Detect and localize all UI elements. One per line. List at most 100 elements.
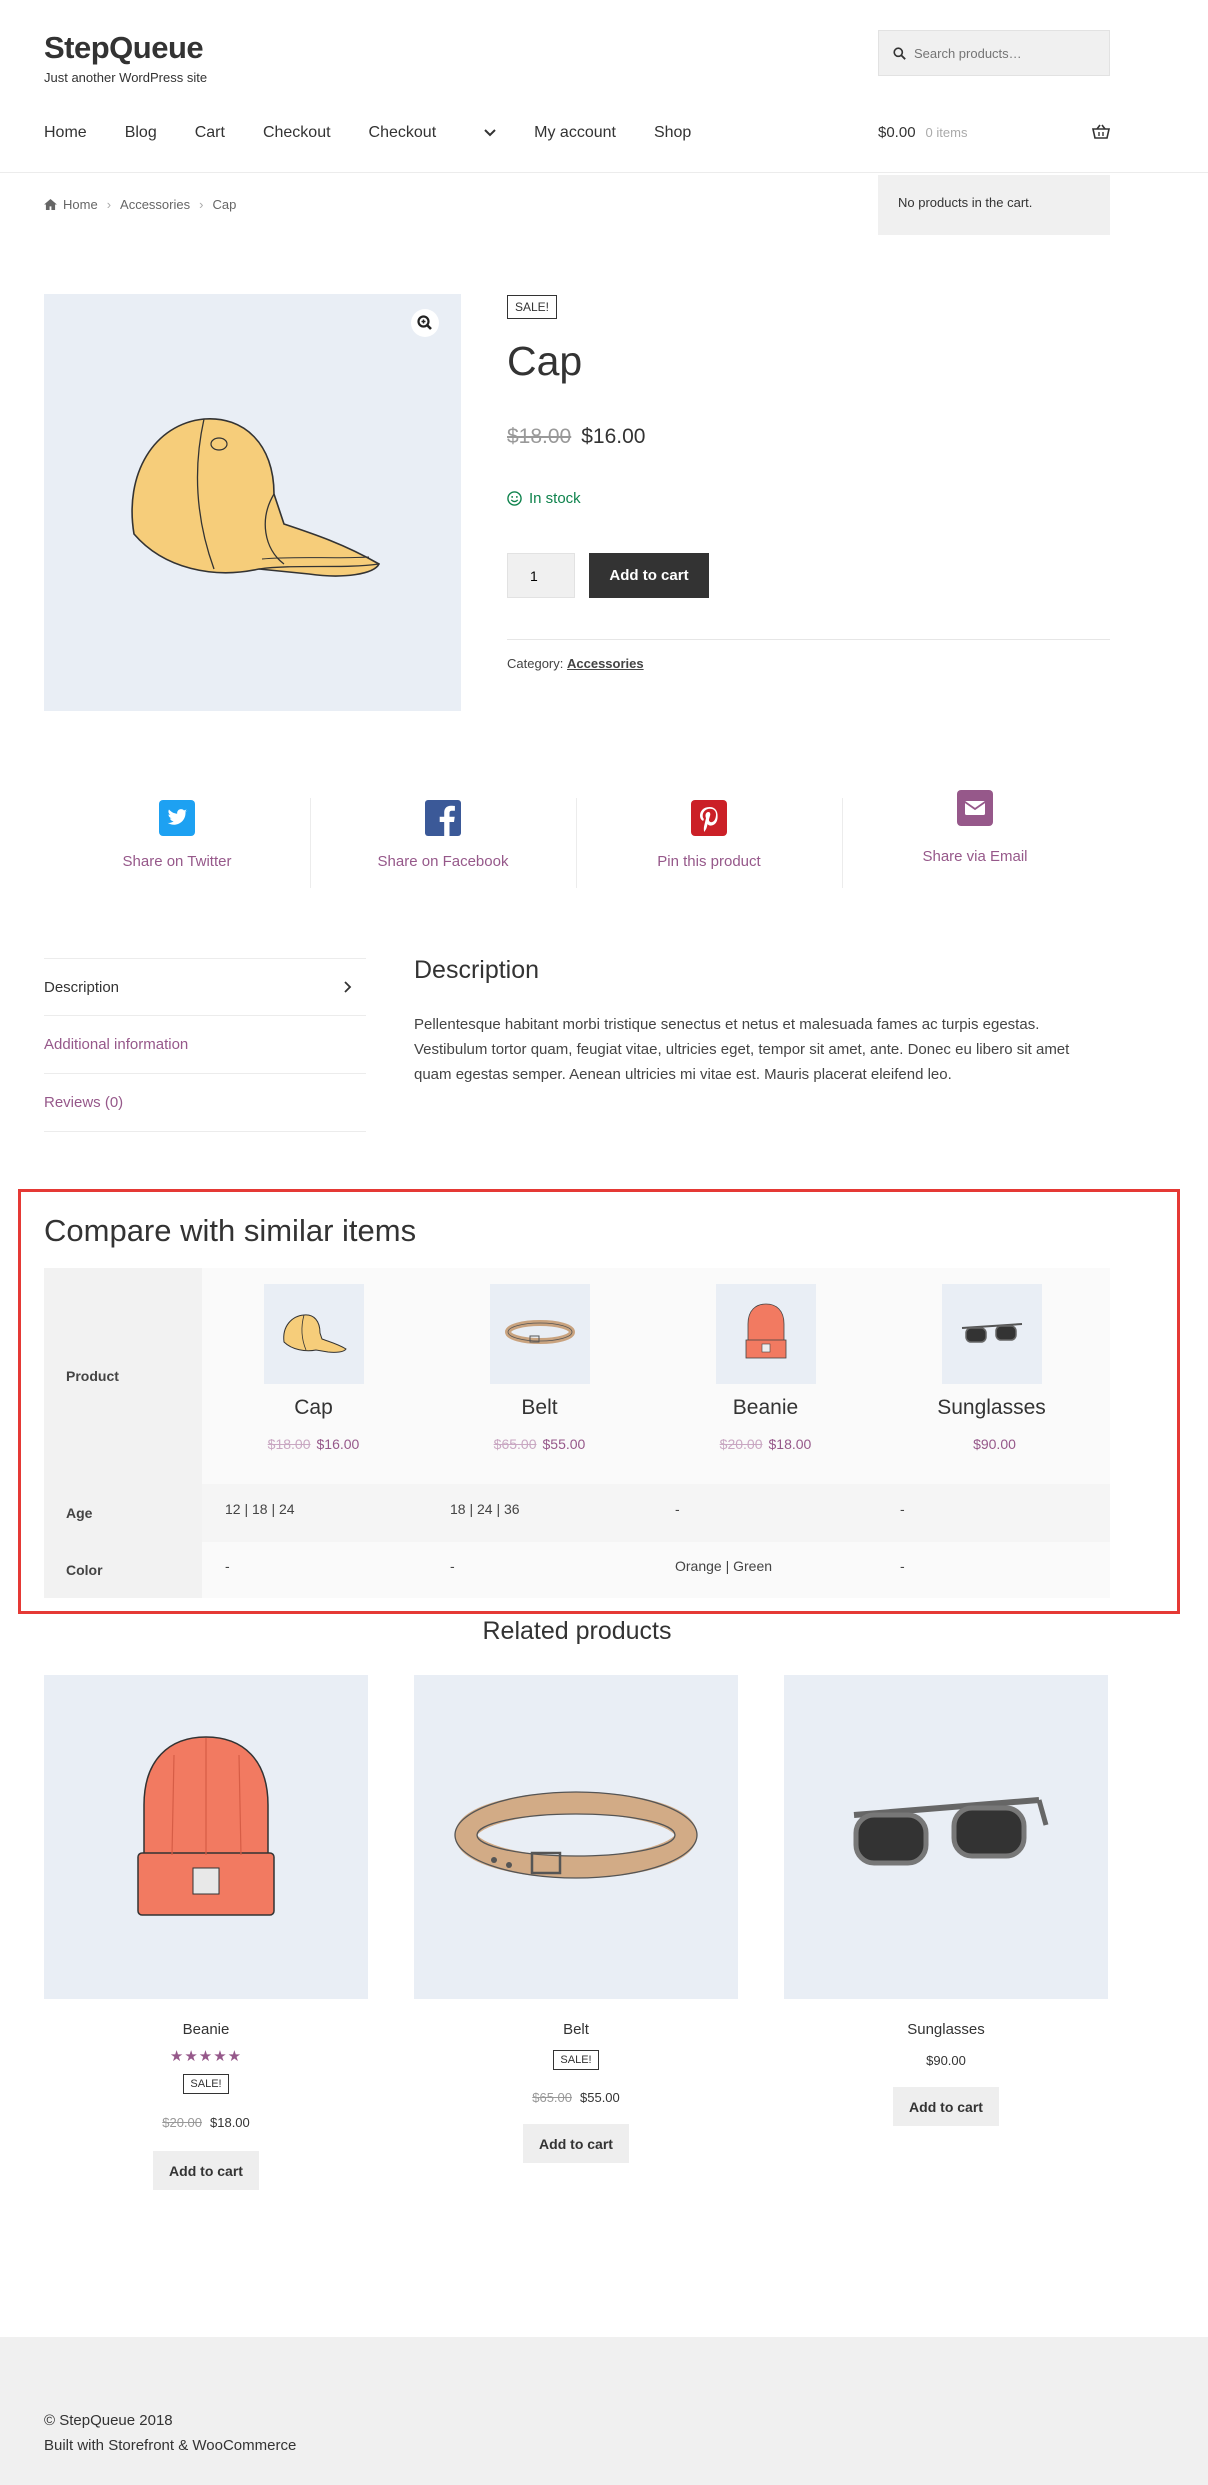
header-cart[interactable]: $0.00 0 items — [878, 124, 1110, 141]
nav-item-blog[interactable]: Blog — [125, 124, 157, 142]
compare-item-sunglasses[interactable]: Sunglasses $90.00 — [878, 1268, 1105, 1452]
breadcrumb-home[interactable]: Home — [63, 197, 98, 212]
site-tagline: Just another WordPress site — [44, 70, 208, 85]
rating-stars: ★★★★★ — [169, 2048, 243, 2065]
compare-row-label-color: Color — [44, 1542, 202, 1598]
cap-thumbnail — [282, 1314, 347, 1353]
compare-item-beanie[interactable]: Beanie $20.00 $18.00 — [652, 1268, 879, 1452]
compare-item-belt[interactable]: Belt $65.00 $55.00 — [426, 1268, 653, 1452]
compare-item-name: Sunglasses — [937, 1396, 1046, 1419]
related-add-to-cart-belt[interactable]: Add to cart — [523, 2124, 629, 2163]
home-icon — [44, 199, 57, 210]
product-image[interactable] — [44, 294, 461, 711]
share-twitter[interactable]: Share on Twitter — [44, 800, 310, 870]
compare-item-name: Beanie — [732, 1396, 799, 1419]
breadcrumb: Home › Accessories › Cap — [44, 197, 236, 212]
search-icon — [893, 46, 906, 60]
compare-item-image — [263, 1284, 364, 1384]
share-pinterest[interactable]: Pin this product — [576, 800, 842, 870]
related-name-beanie[interactable]: Beanie — [44, 2021, 368, 2038]
sunglasses-image — [853, 1797, 1049, 1866]
related-name-sunglasses[interactable]: Sunglasses — [784, 2021, 1108, 2038]
related-current-price: $90.00 — [926, 2053, 966, 2068]
related-image-beanie[interactable] — [44, 1675, 368, 1999]
nav-item-my-account[interactable]: My account — [534, 124, 616, 142]
stock-status: In stock — [507, 490, 581, 507]
divider — [507, 639, 1110, 640]
related-sale-badge: SALE! — [183, 2074, 229, 2094]
search-box[interactable] — [878, 30, 1110, 76]
nav-item-cart[interactable]: Cart — [195, 124, 225, 142]
cart-summary: $0.00 0 items — [878, 124, 967, 141]
compare-current-price: $16.00 — [316, 1436, 360, 1452]
basket-icon — [1092, 124, 1110, 139]
cap-image — [131, 418, 381, 577]
belt-image — [454, 1791, 698, 1879]
nav-item-checkout-label: Checkout — [368, 124, 437, 141]
quantity-input[interactable] — [507, 553, 575, 598]
compare-age-belt: 18 | 24 | 36 — [450, 1501, 520, 1517]
related-add-to-cart-sunglasses[interactable]: Add to cart — [893, 2087, 999, 2126]
breadcrumb-current: Cap — [212, 197, 237, 212]
nav-item-checkout-dropdown[interactable]: Checkout — [369, 124, 497, 142]
compare-heading: Compare with similar items — [44, 1213, 417, 1248]
compare-item-price: $65.00 $55.00 — [426, 1436, 653, 1452]
related-name-belt[interactable]: Belt — [414, 2021, 738, 2038]
main-nav: Home Blog Cart Checkout Checkout My acco… — [44, 124, 729, 142]
related-sale-wrap: SALE! — [44, 2074, 368, 2094]
compare-age-cap: 12 | 18 | 24 — [225, 1501, 295, 1517]
email-icon — [957, 790, 993, 826]
compare-current-price: $90.00 — [973, 1436, 1016, 1452]
smile-icon — [507, 491, 522, 506]
nav-item-shop[interactable]: Shop — [654, 124, 691, 142]
cart-total: $0.00 — [878, 124, 916, 141]
zoom-button[interactable] — [411, 309, 439, 337]
cart-count: 0 items — [925, 125, 968, 140]
compare-age-sunglasses: - — [900, 1501, 905, 1517]
nav-item-home[interactable]: Home — [44, 124, 87, 142]
tab-additional-information[interactable]: Additional information — [44, 1016, 366, 1074]
related-old-price: $65.00 — [532, 2090, 572, 2105]
related-image-sunglasses[interactable] — [784, 1675, 1108, 1999]
description-text: Pellentesque habitant morbi tristique se… — [414, 1016, 1070, 1083]
compare-row-label-age: Age — [44, 1484, 202, 1542]
site-title[interactable]: StepQueue — [44, 30, 204, 66]
category-label: Category: — [507, 656, 564, 671]
compare-item-cap[interactable]: Cap $18.00 $16.00 — [200, 1268, 427, 1452]
compare-old-price: $18.00 — [267, 1436, 311, 1452]
related-add-to-cart-beanie[interactable]: Add to cart — [153, 2151, 259, 2190]
search-input[interactable] — [914, 45, 1104, 61]
footer-credit[interactable]: Built with Storefront & WooCommerce — [44, 2437, 296, 2454]
add-to-cart-button[interactable]: Add to cart — [589, 553, 709, 598]
related-sale-badge: SALE! — [553, 2050, 599, 2070]
product-price: $18.00 $16.00 — [507, 425, 645, 449]
stock-text: In stock — [529, 490, 581, 507]
compare-color-belt: - — [450, 1558, 455, 1574]
related-current-price: $18.00 — [210, 2115, 250, 2130]
nav-item-checkout[interactable]: Checkout — [263, 124, 331, 142]
header-divider — [0, 172, 1208, 173]
beanie-thumbnail — [745, 1303, 786, 1359]
share-email[interactable]: Share via Email — [842, 790, 1108, 865]
breadcrumb-accessories[interactable]: Accessories — [120, 197, 190, 212]
share-twitter-label: Share on Twitter — [122, 853, 232, 870]
compare-item-name: Cap — [294, 1396, 333, 1419]
tab-description[interactable]: Description — [44, 958, 366, 1016]
twitter-icon — [159, 800, 195, 836]
compare-old-price: $65.00 — [493, 1436, 537, 1452]
compare-item-image — [941, 1284, 1042, 1384]
beanie-image — [137, 1736, 275, 1916]
tab-reviews[interactable]: Reviews (0) — [44, 1074, 366, 1132]
product-meta: Category: Accessories — [507, 656, 644, 671]
related-price-sunglasses: $90.00 — [784, 2053, 1108, 2068]
share-facebook[interactable]: Share on Facebook — [310, 800, 576, 870]
related-price-beanie: $20.00 $18.00 — [44, 2115, 368, 2130]
share-facebook-label: Share on Facebook — [377, 853, 509, 870]
related-image-belt[interactable] — [414, 1675, 738, 1999]
compare-item-name: Belt — [521, 1396, 558, 1419]
site-footer — [0, 2337, 1208, 2485]
category-link[interactable]: Accessories — [567, 656, 644, 671]
facebook-icon — [425, 800, 461, 836]
compare-item-price: $90.00 — [878, 1436, 1105, 1452]
related-heading: Related products — [482, 1617, 672, 1645]
